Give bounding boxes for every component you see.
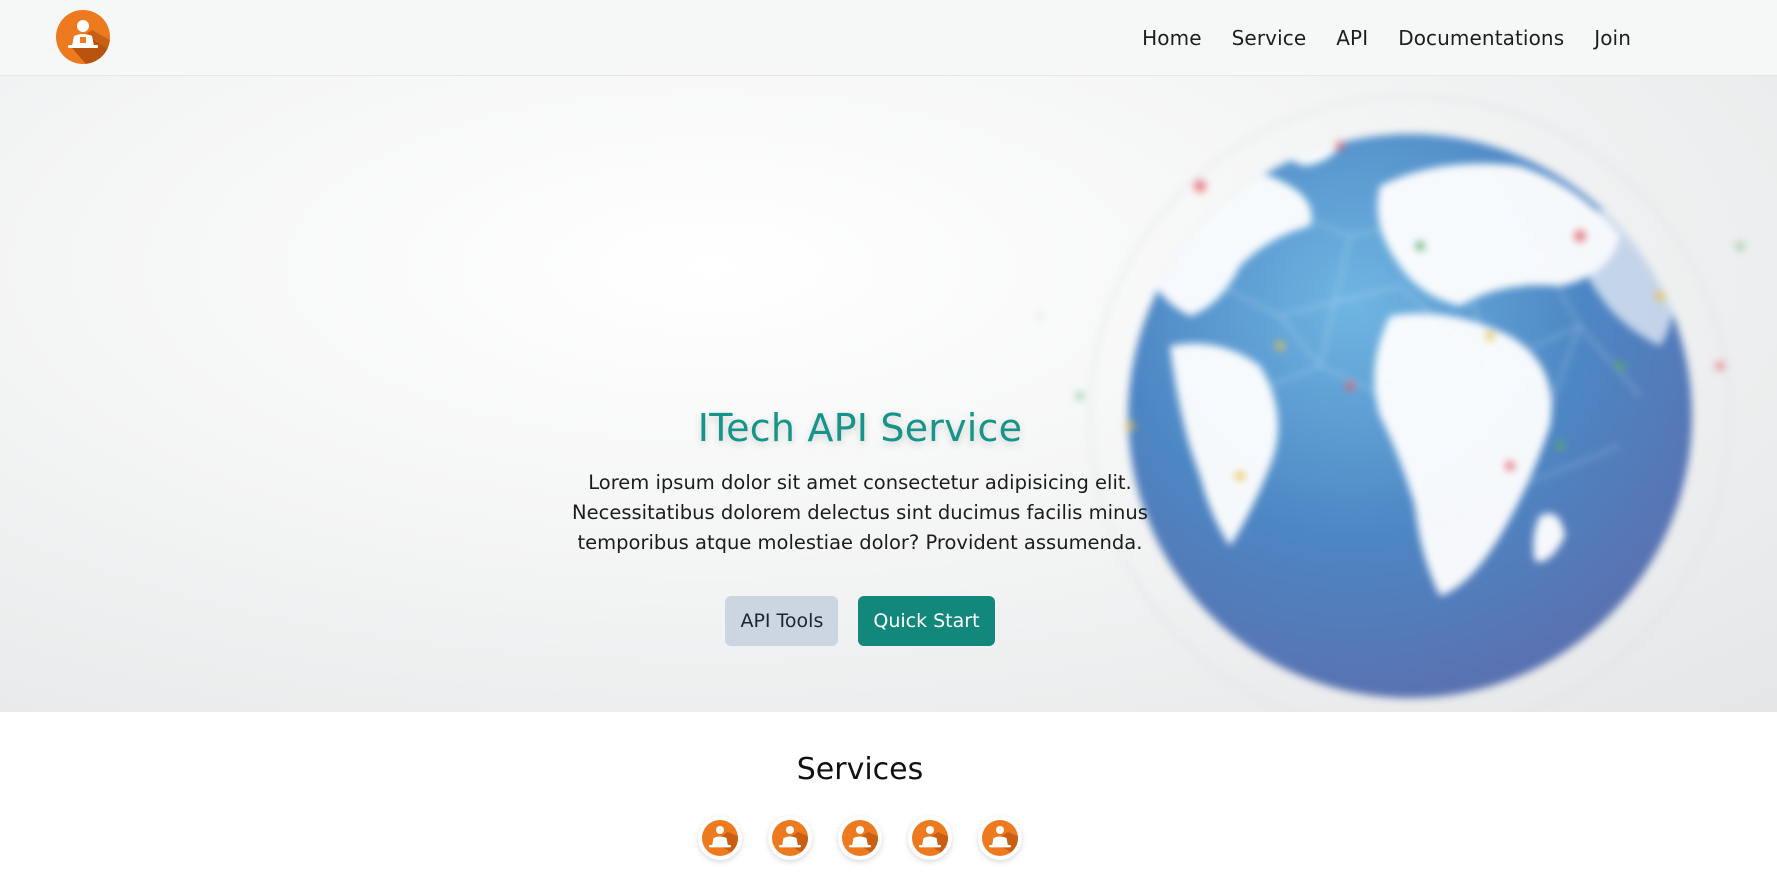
quick-start-button[interactable]: Quick Start <box>858 596 995 646</box>
logo-icon[interactable] <box>56 10 110 64</box>
hero-buttons: API Tools Quick Start <box>0 596 1720 646</box>
service-icons <box>0 816 1720 860</box>
nav-link-home[interactable]: Home <box>1127 26 1216 50</box>
navbar: Home Service API Documentations Join <box>0 0 1777 76</box>
service-icon-3[interactable] <box>838 816 882 860</box>
nav-link-api[interactable]: API <box>1321 26 1383 50</box>
nav-link-join[interactable]: Join <box>1579 26 1646 50</box>
main-nav: Home Service API Documentations Join <box>1127 0 1646 76</box>
services-title: Services <box>796 752 924 787</box>
service-icon-1[interactable] <box>698 816 742 860</box>
hero-content: ITech API Service Lorem ipsum dolor sit … <box>0 406 1720 646</box>
hero-description: Lorem ipsum dolor sit amet consectetur a… <box>572 471 1148 554</box>
service-icon-2[interactable] <box>768 816 812 860</box>
nav-link-documentations[interactable]: Documentations <box>1383 26 1579 50</box>
api-tools-button[interactable]: API Tools <box>725 596 839 646</box>
service-icon-4[interactable] <box>908 816 952 860</box>
service-icon-5[interactable] <box>978 816 1022 860</box>
hero-title: ITech API Service <box>697 406 1023 450</box>
hero-section: ITech API Service Lorem ipsum dolor sit … <box>0 76 1777 712</box>
nav-link-service[interactable]: Service <box>1217 26 1322 50</box>
